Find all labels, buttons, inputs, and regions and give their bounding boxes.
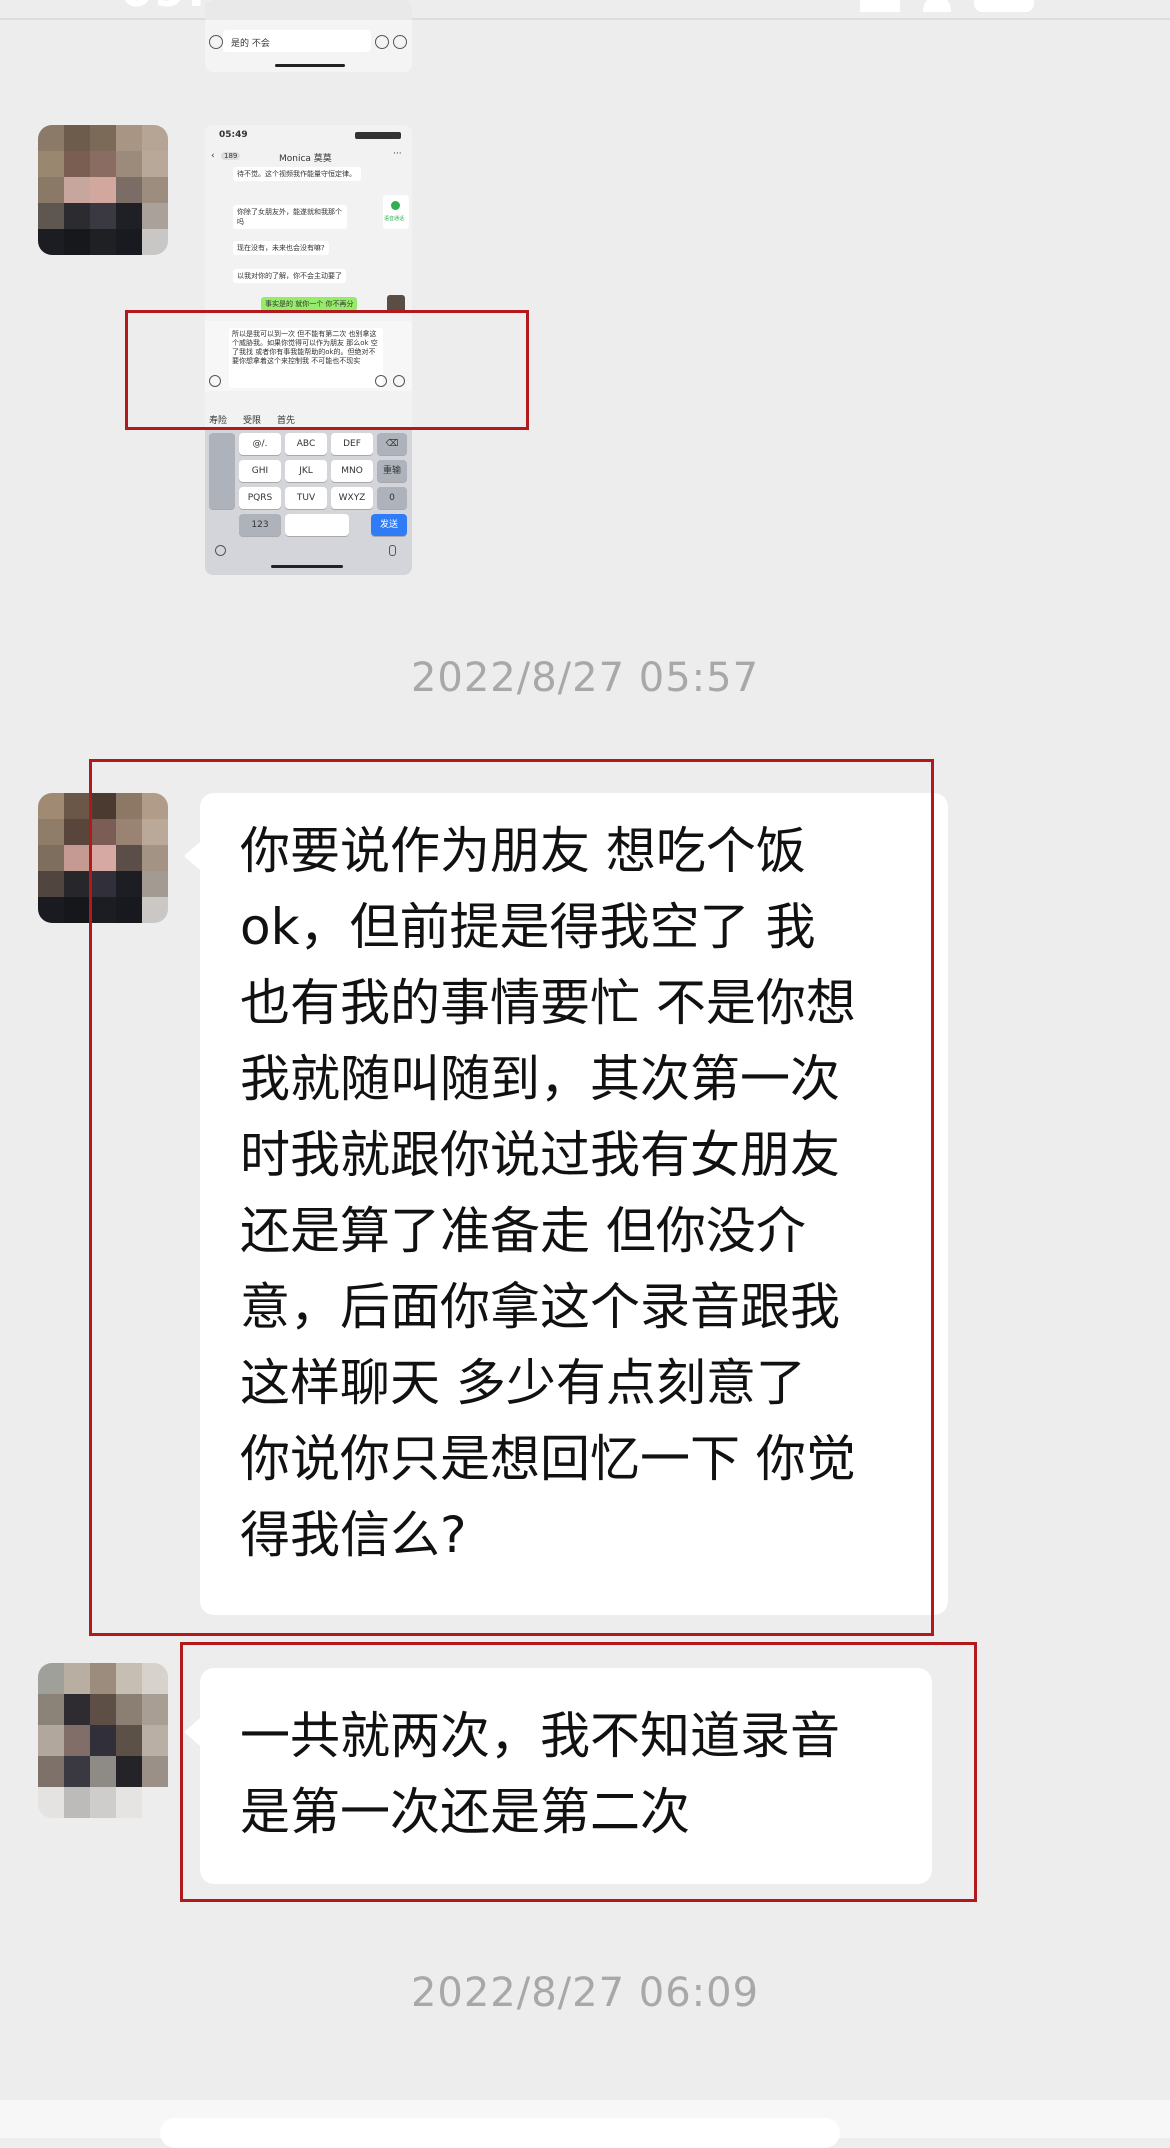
thumb-back-icon: ‹ bbox=[211, 151, 215, 161]
thumb-call-label: 语音通话 bbox=[384, 216, 405, 222]
battery-icon bbox=[974, 0, 1035, 12]
thumb-back-badge: 189 bbox=[221, 152, 241, 160]
side-key-column bbox=[209, 433, 235, 509]
thumb-message: 待不觉。这个视频我作能量守恒定律。 bbox=[233, 167, 361, 181]
globe-icon[interactable] bbox=[215, 545, 226, 556]
thumb-message: 你除了女朋友外，能遂就和我那个吗 bbox=[233, 205, 347, 229]
status-icons bbox=[860, 0, 1080, 20]
phone-icon bbox=[391, 201, 400, 210]
highlight-box-message-2 bbox=[180, 1642, 977, 1902]
key[interactable]: MNO bbox=[331, 460, 373, 482]
voice-icon bbox=[209, 35, 223, 49]
signal-icon bbox=[860, 0, 900, 12]
timestamp: 2022/8/27 05:57 bbox=[410, 655, 760, 701]
key[interactable]: 0 bbox=[377, 487, 407, 509]
key[interactable]: 重输 bbox=[377, 460, 407, 482]
thumb-call-card: 语音通话 bbox=[383, 195, 409, 229]
thumb-status-time: 05:49 bbox=[219, 130, 248, 140]
key[interactable]: @/. bbox=[239, 433, 281, 455]
key[interactable]: DEF bbox=[331, 433, 373, 455]
key[interactable]: PQRS bbox=[239, 487, 281, 509]
space-key[interactable] bbox=[285, 514, 349, 536]
mic-icon[interactable] bbox=[389, 545, 396, 556]
thumb-message: 以我对你的了解，你不会主动要了 bbox=[233, 269, 346, 283]
key[interactable]: 发送 bbox=[371, 514, 407, 536]
avatar[interactable] bbox=[38, 125, 168, 255]
key[interactable]: JKL bbox=[285, 460, 327, 482]
home-indicator bbox=[271, 565, 343, 568]
key[interactable]: TUV bbox=[285, 487, 327, 509]
message-input[interactable] bbox=[160, 2118, 840, 2148]
avatar[interactable] bbox=[38, 1663, 168, 1818]
thumb-message: 现在没有，未来也会没有嘛? bbox=[233, 241, 329, 255]
wifi-icon bbox=[923, 0, 952, 12]
plus-icon bbox=[393, 35, 407, 49]
thumb-contact-name: Monica 莫莫 bbox=[279, 154, 332, 164]
key[interactable]: GHI bbox=[239, 460, 281, 482]
input-text: 是的 不会 bbox=[231, 39, 270, 49]
top-divider bbox=[0, 18, 1170, 20]
thumb-more-icon: ··· bbox=[393, 149, 402, 159]
thumb-status-icons bbox=[355, 132, 401, 139]
thumb-message-self: 事实是的 就你一个 你不再分 bbox=[261, 297, 358, 311]
key[interactable]: WXYZ bbox=[331, 487, 373, 509]
key[interactable]: ABC bbox=[285, 433, 327, 455]
timestamp: 2022/8/27 06:09 bbox=[410, 1970, 760, 2016]
highlight-box-message-1 bbox=[89, 759, 934, 1636]
key[interactable]: 123 bbox=[239, 514, 281, 536]
emoji-icon bbox=[375, 35, 389, 49]
delete-key-icon[interactable]: ⌫ bbox=[377, 433, 407, 455]
highlight-box-draft bbox=[125, 310, 529, 430]
home-indicator bbox=[275, 64, 345, 67]
screenshot-thumbnail-top[interactable]: 是的 不会 bbox=[205, 0, 412, 72]
